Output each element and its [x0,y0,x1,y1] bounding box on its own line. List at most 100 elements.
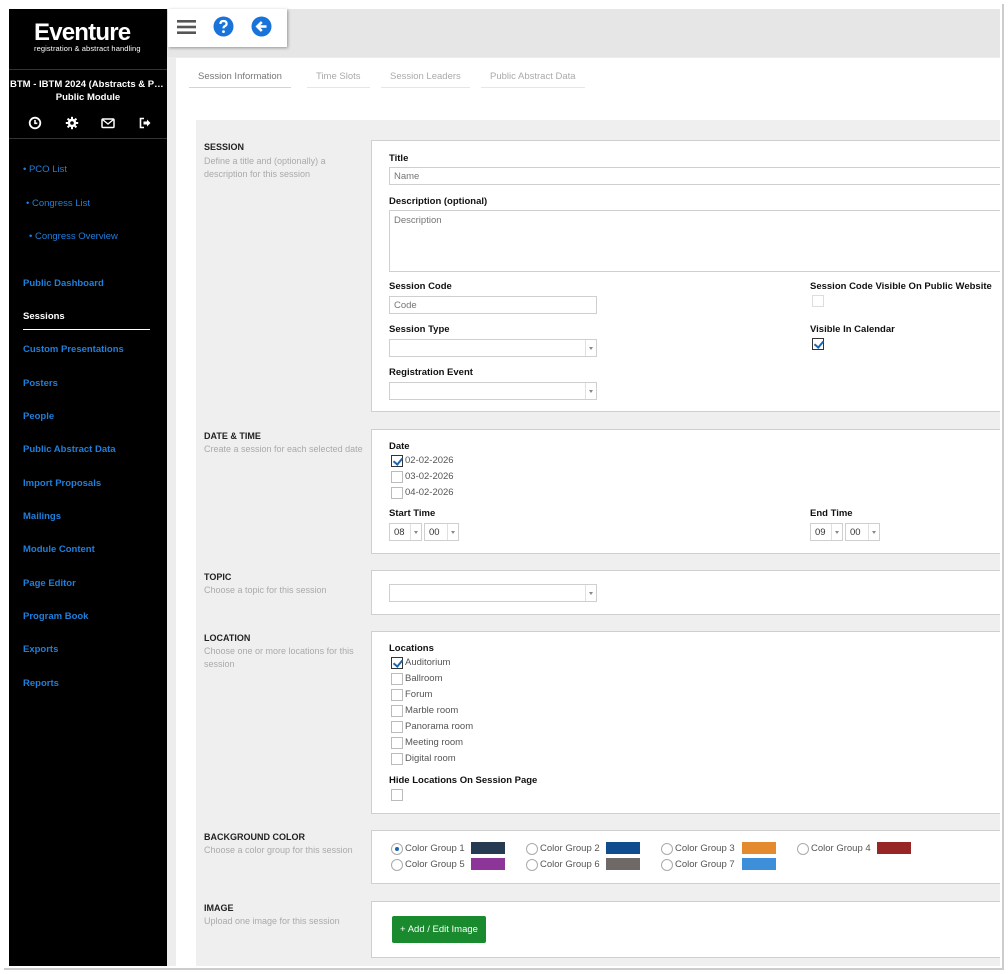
nav-people[interactable]: People [23,411,54,422]
calendar-visible-label: Visible In Calendar [810,324,895,335]
code-visible-label: Session Code Visible On Public Website [810,281,992,292]
location-checkbox[interactable] [391,753,403,765]
title-input[interactable] [389,167,1000,185]
chevron-down-icon [585,383,596,399]
event-title: BTM - IBTM 2024 (Abstracts & Par... [10,79,167,90]
section-title: DATE & TIME [204,431,261,441]
tab-time-slots[interactable]: Time Slots [307,71,370,88]
background-color-box [371,830,1000,884]
menu-icon[interactable] [177,19,196,38]
nav-sessions[interactable]: Sessions [23,311,65,322]
start-minute-select[interactable]: 00 [424,523,459,541]
add-edit-image-button[interactable]: + Add / Edit Image [392,916,486,943]
color-group-label: Color Group 7 [675,859,735,870]
color-group-radio[interactable] [797,843,809,855]
location-checkbox[interactable] [391,737,403,749]
color-group-label: Color Group 6 [540,859,600,870]
clock-icon[interactable] [28,116,42,130]
nav-import-proposals[interactable]: Import Proposals [23,478,101,489]
color-group-radio[interactable] [661,859,673,871]
toolbar [168,9,287,47]
nav-congress-list[interactable]: • Congress List [26,198,90,209]
location-option-label: Ballroom [405,673,443,684]
color-swatch [742,858,776,870]
date-option-label: 04-02-2026 [405,487,454,498]
color-group-radio[interactable] [526,843,538,855]
registration-event-select[interactable] [389,382,597,400]
description-textarea[interactable] [389,210,1000,272]
section-title: BACKGROUND COLOR [204,832,305,842]
start-hour-select[interactable]: 08 [389,523,422,541]
module-name: Public Module [55,92,121,103]
topic-select[interactable] [389,584,597,602]
location-checkbox[interactable] [391,689,403,701]
date-checkbox[interactable] [391,455,403,467]
nav-page-editor[interactable]: Page Editor [23,578,76,589]
tab-session-information[interactable]: Session Information [189,71,291,88]
color-swatch [742,842,776,854]
nav-custom-presentations[interactable]: Custom Presentations [23,344,124,355]
help-icon[interactable] [213,16,234,40]
description-label: Description (optional) [389,196,488,207]
calendar-visible-checkbox[interactable] [812,338,824,350]
color-group-radio[interactable] [661,843,673,855]
nav-congress-overview[interactable]: • Congress Overview [29,231,118,242]
back-icon[interactable] [251,16,272,40]
color-group-radio[interactable] [526,859,538,871]
color-swatch [606,858,640,870]
color-group-radio[interactable] [391,843,403,855]
section-title: IMAGE [204,903,234,913]
chevron-down-icon [585,585,596,601]
color-group-label: Color Group 3 [675,843,735,854]
nav-public-dashboard[interactable]: Public Dashboard [23,278,104,289]
nav-reports[interactable]: Reports [23,678,59,689]
location-checkbox[interactable] [391,721,403,733]
sidebar-icon-row [28,116,152,130]
location-option-label: Forum [405,689,433,700]
nav-exports[interactable]: Exports [23,644,58,655]
envelope-icon[interactable] [101,116,116,130]
color-swatch [606,842,640,854]
nav-mailings[interactable]: Mailings [23,511,61,522]
color-group-radio[interactable] [391,859,403,871]
tab-public-abstract-data[interactable]: Public Abstract Data [481,71,585,88]
end-hour-value: 09 [815,527,826,538]
start-minute-value: 00 [429,527,440,538]
location-checkbox[interactable] [391,673,403,685]
section-title: SESSION [204,142,245,152]
session-type-select[interactable] [389,339,597,357]
end-minute-value: 00 [850,527,861,538]
nav-program-book[interactable]: Program Book [23,611,88,622]
location-checkbox[interactable] [391,657,403,669]
chevron-down-icon [410,524,421,540]
location-checkbox[interactable] [391,705,403,717]
end-hour-select[interactable]: 09 [810,523,843,541]
session-type-label: Session Type [389,324,450,335]
divider [9,69,167,70]
gear-icon[interactable] [65,116,79,130]
color-swatch [471,842,505,854]
nav-posters[interactable]: Posters [23,378,58,389]
color-group-label: Color Group 5 [405,859,465,870]
nav-pco-list[interactable]: • PCO List [23,164,67,175]
date-checkbox[interactable] [391,471,403,483]
section-title: TOPIC [204,572,232,582]
logout-icon[interactable] [138,116,152,130]
color-swatch [471,858,505,870]
eventure-logo[interactable]: Eventure registration & abstract handlin… [34,19,141,54]
code-visible-checkbox[interactable] [812,295,824,307]
section-description: Create a session for each selected date [204,444,363,454]
color-swatch [877,842,911,854]
hide-locations-checkbox[interactable] [391,789,403,801]
brand-name: Eventure [34,19,131,46]
hide-locations-label: Hide Locations On Session Page [389,775,538,786]
nav-module-content[interactable]: Module Content [23,544,95,555]
session-code-input[interactable] [389,296,597,314]
end-minute-select[interactable]: 00 [845,523,880,541]
date-checkbox[interactable] [391,487,403,499]
tab-session-leaders[interactable]: Session Leaders [381,71,470,88]
location-option-label: Meeting room [405,737,464,748]
nav-public-abstract-data[interactable]: Public Abstract Data [23,444,116,455]
registration-event-label: Registration Event [389,367,473,378]
section-description: Upload one image for this session [204,916,340,926]
